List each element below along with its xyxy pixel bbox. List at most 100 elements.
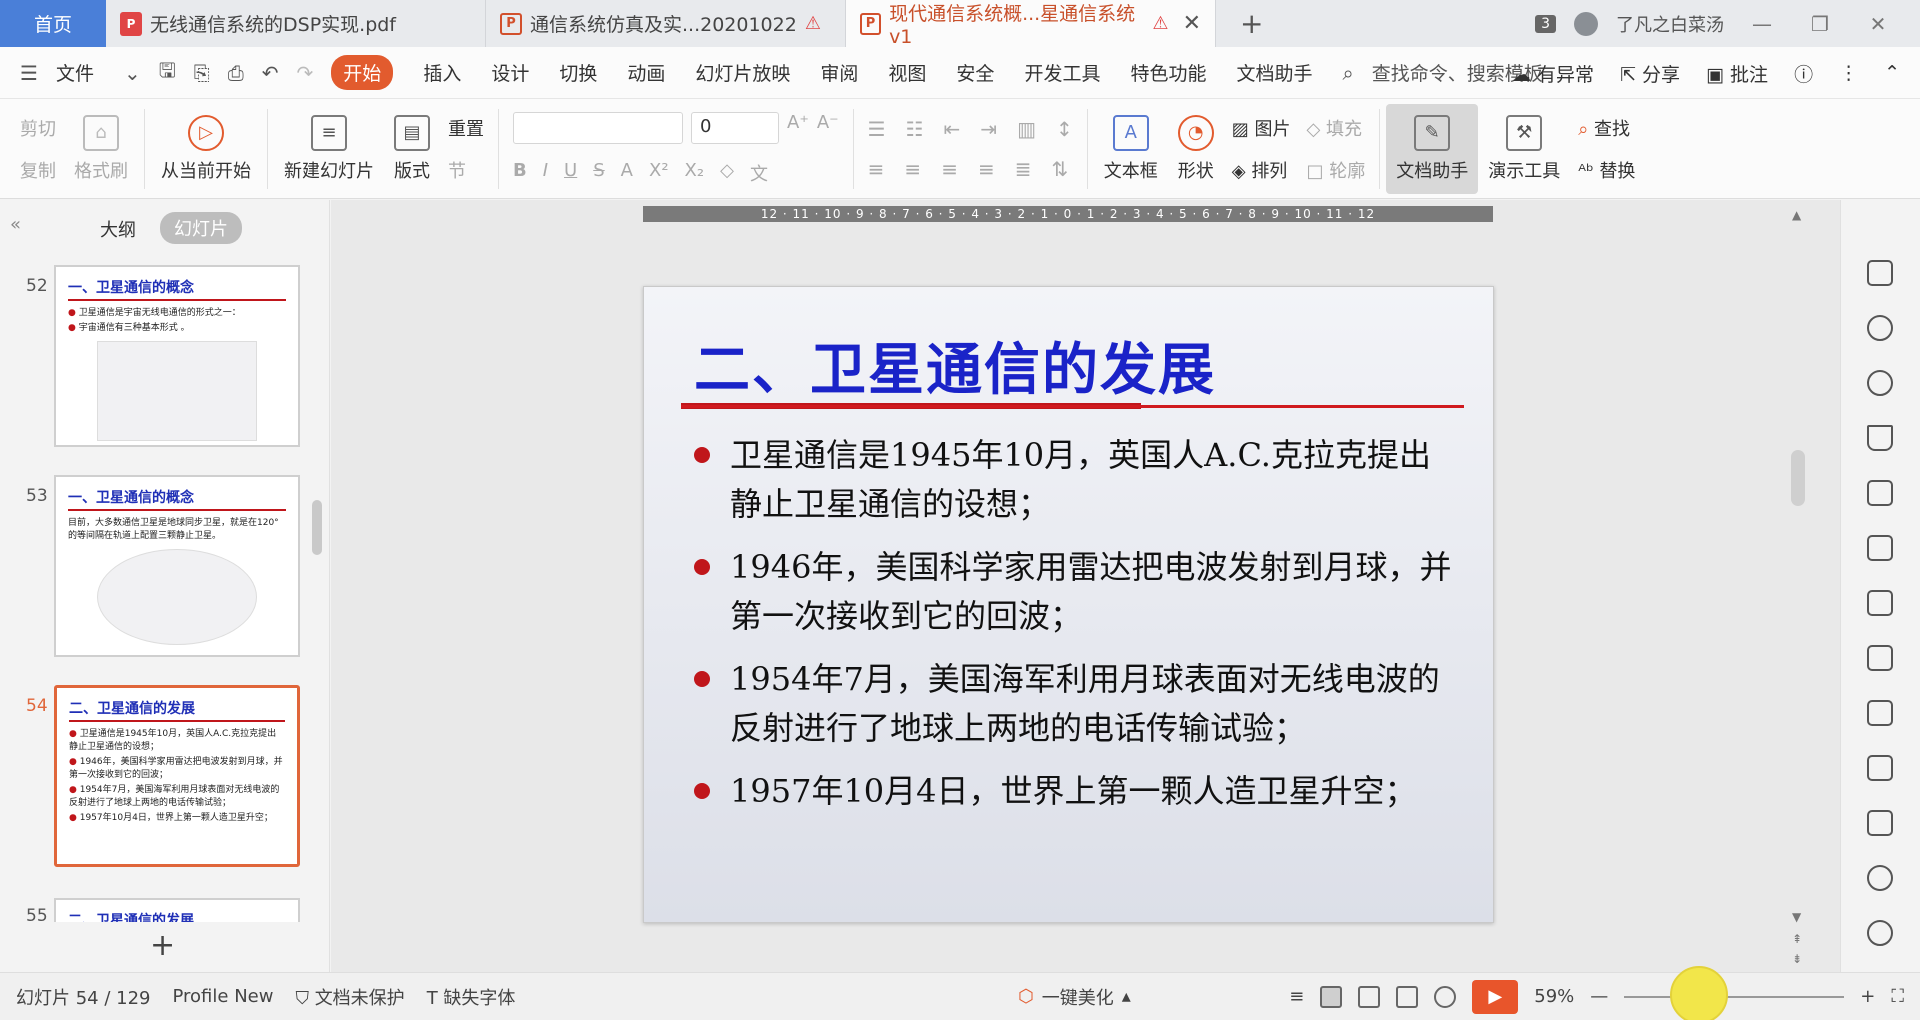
menu-security[interactable]: 安全 [956, 59, 994, 86]
indent-icon[interactable]: ⇥ [980, 117, 997, 141]
underline-icon[interactable]: U [564, 160, 577, 186]
next-slide-icon[interactable]: ⇟ [1792, 952, 1802, 966]
reset-button[interactable]: 重置 [448, 115, 484, 141]
fit-window-icon[interactable]: ⛶ [1891, 986, 1904, 1007]
anomaly-button[interactable]: ☁ 有异常 [1512, 60, 1594, 87]
from-current-button[interactable]: ▷ 从当前开始 [151, 104, 261, 194]
menu-doc-helper[interactable]: 文档助手 [1236, 59, 1312, 86]
slides-tab[interactable]: 幻灯片 [160, 212, 242, 244]
panel-scrollbar[interactable] [312, 500, 322, 555]
align-right-icon[interactable]: ≡ [941, 157, 958, 181]
slide-thumbnail-55[interactable]: 二、卫星通信的发展 [54, 898, 300, 922]
arrange-button[interactable]: ◈ 排列 [1232, 157, 1291, 183]
align-left-icon[interactable]: ≡ [868, 157, 885, 181]
scroll-thumb[interactable] [1791, 450, 1805, 506]
template-icon[interactable] [1867, 260, 1893, 286]
phonetic-icon[interactable]: 文 [750, 160, 768, 186]
grid-icon[interactable] [1867, 480, 1893, 506]
prev-slide-icon[interactable]: ⇞ [1792, 932, 1802, 946]
more-icon[interactable]: ⋮ [1839, 62, 1858, 84]
shape-panel-icon[interactable] [1867, 425, 1893, 451]
outline-button[interactable]: □ 轮廓 [1306, 157, 1365, 183]
fill-button[interactable]: ◇ 填充 [1306, 115, 1365, 141]
avatar[interactable] [1574, 11, 1598, 36]
restore-icon[interactable]: ❐ [1800, 12, 1840, 36]
user-name[interactable]: 了凡之白菜汤 [1616, 11, 1724, 37]
undo-icon[interactable]: ↶ [262, 61, 279, 85]
bold-icon[interactable]: B [513, 160, 527, 186]
share-button[interactable]: ⇱ 分享 [1620, 60, 1680, 87]
textbox-button[interactable]: A 文本框 [1094, 104, 1168, 194]
close-icon[interactable]: ✕ [1183, 11, 1201, 36]
editing-canvas[interactable]: 12 · 11 · 10 · 9 · 8 · 7 · 6 · 5 · 4 · 3… [331, 200, 1840, 972]
superscript-icon[interactable]: X² [649, 160, 669, 186]
picture-button[interactable]: ▨ 图片 [1232, 115, 1291, 141]
zoom-in-icon[interactable]: + [1860, 986, 1875, 1007]
find-button[interactable]: ⌕ 查找 [1578, 115, 1635, 141]
file-menu[interactable]: 文件 [56, 59, 94, 86]
chevron-down-icon[interactable]: ⌄ [124, 61, 141, 85]
bullet-text[interactable]: 卫星通信是1945年10月，英国人A.C.克拉克提出静止卫星通信的设想； [730, 431, 1459, 529]
replace-button[interactable]: ᴬᵇ 替换 [1578, 157, 1635, 183]
home-tab[interactable]: 首页 [0, 0, 106, 47]
redo-icon[interactable]: ↷ [297, 61, 314, 85]
section-button[interactable]: 节 [448, 157, 484, 183]
hamburger-icon[interactable]: ☰ [20, 61, 38, 85]
play-slideshow-button[interactable]: ▶ [1472, 979, 1519, 1014]
tab-comm-sim[interactable]: P 通信系统仿真及实...20201022 ⚠ [486, 0, 846, 47]
align-center-icon[interactable]: ≡ [904, 157, 921, 181]
layout-button[interactable]: ▤ 版式 [384, 104, 440, 194]
slide-thumbnail-54[interactable]: 二、卫星通信的发展 ● 卫星通信是1945年10月，英国人A.C.克拉克提出静止… [54, 685, 300, 867]
strikethrough-icon[interactable]: S [593, 160, 604, 186]
beautify-button[interactable]: ⬡ 一键美化 ▴ [1018, 984, 1131, 1010]
font-color-icon[interactable]: A [621, 160, 633, 186]
menu-animation[interactable]: 动画 [627, 59, 665, 86]
presenter-view-icon[interactable] [1434, 985, 1457, 1008]
add-slide-icon[interactable]: + [150, 928, 175, 963]
collapse-ribbon-icon[interactable]: ⌃ [1884, 62, 1900, 84]
picture-panel-icon[interactable] [1867, 810, 1893, 836]
outdent-icon[interactable]: ⇤ [944, 117, 961, 141]
doc-helper-button[interactable]: ✎ 文档助手 [1386, 103, 1479, 194]
tab-dsp-pdf[interactable]: P 无线通信系统的DSP实现.pdf [106, 0, 486, 47]
slide-thumbnail-53[interactable]: 一、卫星通信的概念 目前，大多数通信卫星是地球同步卫星，就是在120°的等间隔在… [54, 475, 300, 657]
menu-review[interactable]: 审阅 [820, 59, 858, 86]
notes-icon[interactable]: ≡ [1289, 986, 1304, 1007]
zoom-slider-knob[interactable] [1670, 965, 1729, 1020]
missing-font-status[interactable]: T 缺失字体 [427, 984, 516, 1010]
close-window-icon[interactable]: ✕ [1858, 12, 1898, 36]
search-icon[interactable]: ⌕ [1342, 61, 1353, 85]
chart-icon[interactable] [1867, 535, 1893, 561]
image-panel-icon[interactable] [1867, 645, 1893, 671]
export-icon[interactable]: ⎘ [194, 61, 210, 85]
increase-font-icon[interactable]: A⁺ [787, 112, 809, 144]
theme-name[interactable]: Profile New [173, 986, 274, 1007]
menu-start[interactable]: 开始 [331, 55, 394, 90]
sorter-view-icon[interactable] [1358, 985, 1381, 1008]
protection-status[interactable]: ⛉ 文档未保护 [295, 984, 404, 1010]
menu-insert[interactable]: 插入 [423, 59, 461, 86]
help-icon[interactable]: ⓘ [1794, 60, 1813, 87]
zoom-slider[interactable] [1624, 965, 1845, 1020]
menu-slideshow[interactable]: 幻灯片放映 [695, 59, 790, 86]
slide-thumbnail-52[interactable]: 一、卫星通信的概念 ● 卫星通信是宇宙无线电通信的形式之一： ● 宇宙通信有三种… [54, 265, 300, 447]
menu-transition[interactable]: 切换 [559, 59, 597, 86]
clear-format-icon[interactable]: ◇ [720, 160, 734, 186]
zoom-level[interactable]: 59% [1534, 986, 1574, 1007]
annotate-button[interactable]: ▣ 批注 [1706, 60, 1768, 87]
font-size-select[interactable]: 0 [691, 111, 779, 144]
subscript-icon[interactable]: X₂ [685, 160, 705, 186]
bullet-text[interactable]: 1957年10月4日，世界上第一颗人造卫星升空； [730, 767, 1417, 816]
italic-icon[interactable]: I [543, 160, 548, 186]
new-slide-button[interactable]: ≡ 新建幻灯片 [274, 104, 384, 194]
copy-button[interactable]: 复制 [20, 157, 56, 183]
number-list-icon[interactable]: ☷ [906, 117, 924, 141]
sound-icon[interactable] [1867, 865, 1893, 891]
menu-features[interactable]: 特色功能 [1130, 59, 1206, 86]
menu-design[interactable]: 设计 [491, 59, 529, 86]
add-tab-icon[interactable]: + [1240, 7, 1263, 40]
slide-title[interactable]: 二、卫星通信的发展 [694, 325, 1216, 406]
menu-developer[interactable]: 开发工具 [1024, 59, 1100, 86]
scroll-down-icon[interactable]: ▼ [1792, 910, 1801, 924]
menu-view[interactable]: 视图 [888, 59, 926, 86]
